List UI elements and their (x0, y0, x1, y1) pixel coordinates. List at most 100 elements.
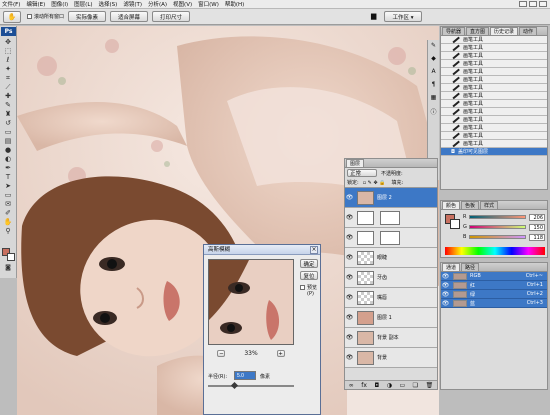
history-item[interactable]: 画笔工具 (441, 52, 547, 60)
eye-icon[interactable]: 👁 (441, 282, 450, 289)
history-item[interactable]: 画笔工具 (441, 108, 547, 116)
trash-icon[interactable]: 🗑 (426, 382, 434, 389)
layer-row[interactable]: 👁 牙齿 (345, 268, 437, 288)
color-slider[interactable] (469, 225, 526, 229)
layer-row[interactable]: 👁 图层 1 (345, 308, 437, 328)
magic-wand-tool-icon[interactable]: ✦ (3, 65, 13, 73)
scroll-all-windows-checkbox[interactable] (27, 14, 32, 19)
history-item[interactable]: 画笔工具 (441, 124, 547, 132)
tab-styles[interactable]: 样式 (480, 201, 499, 209)
channel-row[interactable]: 👁 红 Ctrl+1 (441, 281, 547, 290)
layer-row[interactable]: 👁 嘴唇 (345, 288, 437, 308)
crop-tool-icon[interactable]: ⌗ (3, 74, 13, 82)
layer-row[interactable]: 👁 背景 (345, 348, 437, 368)
menu-file[interactable]: 文件(F) (2, 0, 20, 8)
menu-select[interactable]: 选择(S) (99, 0, 118, 8)
adjustment-layer-icon[interactable]: ◑ (387, 382, 392, 389)
tab-swatches[interactable]: 色板 (461, 201, 480, 209)
character-icon[interactable]: A (428, 68, 439, 75)
radius-input[interactable] (234, 371, 256, 380)
radius-slider-handle[interactable] (230, 381, 239, 390)
zoom-tool-icon[interactable]: ⚲ (3, 227, 13, 235)
history-item[interactable]: 画笔工具 (441, 44, 547, 52)
path-selection-tool-icon[interactable]: ➤ (3, 182, 13, 190)
menu-layer[interactable]: 图层(L) (74, 0, 92, 8)
hand-tool-preset-picker[interactable]: ✋ (3, 11, 21, 23)
channel-row[interactable]: 👁 RGB Ctrl+~ (441, 272, 547, 281)
eye-icon[interactable]: 👁 (345, 314, 354, 321)
menu-filter[interactable]: 滤镜(T) (123, 0, 142, 8)
channel-row[interactable]: 👁 绿 Ctrl+2 (441, 290, 547, 299)
actual-pixels-button[interactable]: 实际像素 (68, 11, 106, 22)
history-item[interactable]: 画笔工具 (441, 100, 547, 108)
tab-layers[interactable]: 图层 (346, 159, 365, 167)
minimize-button[interactable] (519, 1, 527, 7)
eye-icon[interactable]: 👁 (345, 254, 354, 261)
gradient-tool-icon[interactable]: ▤ (3, 137, 13, 145)
clone-stamp-tool-icon[interactable]: ♜ (3, 110, 13, 118)
menu-help[interactable]: 帮助(H) (225, 0, 244, 8)
color-spectrum-bar[interactable] (445, 247, 545, 255)
color-background-swatch[interactable] (450, 219, 460, 229)
history-item[interactable]: 画笔工具 (441, 140, 547, 148)
dialog-close-icon[interactable]: × (310, 246, 318, 254)
camera-icon[interactable]: ▆ (371, 12, 376, 20)
shape-tool-icon[interactable]: ▭ (3, 191, 13, 199)
color-slider[interactable] (469, 215, 526, 219)
type-tool-icon[interactable]: T (3, 173, 13, 181)
preview-checkbox[interactable] (300, 285, 305, 290)
eyedropper-tool-icon[interactable]: ✐ (3, 209, 13, 217)
layer-style-icon[interactable]: fx (361, 382, 367, 389)
tab-channels[interactable]: 通道 (442, 263, 461, 271)
move-tool-icon[interactable]: ✥ (3, 38, 13, 46)
history-item-last[interactable]: ◘ 盖印可见图层 (441, 148, 547, 156)
menu-view[interactable]: 视图(V) (173, 0, 192, 8)
zoom-out-button[interactable]: − (217, 350, 226, 357)
eye-icon[interactable]: 👁 (441, 273, 450, 280)
add-mask-icon[interactable]: ◘ (374, 382, 379, 389)
zoom-in-button[interactable]: + (276, 350, 285, 357)
brush-preset-icon[interactable]: ✎ (428, 42, 439, 49)
layer-row[interactable]: 👁 眼睫 (345, 248, 437, 268)
blend-mode-select[interactable]: 正常 (347, 169, 377, 177)
workspace-button[interactable]: 工作区 ▾ (384, 11, 422, 22)
info-icon[interactable]: ⓘ (428, 107, 439, 116)
eye-icon[interactable]: 👁 (345, 214, 354, 221)
link-layers-icon[interactable]: ∞ (349, 382, 354, 389)
history-item[interactable]: 画笔工具 (441, 84, 547, 92)
pen-tool-icon[interactable]: ✒ (3, 164, 13, 172)
tab-paths[interactable]: 路径 (461, 263, 480, 271)
history-item[interactable]: 画笔工具 (441, 116, 547, 124)
blur-tool-icon[interactable]: ● (3, 146, 13, 154)
tab-actions[interactable]: 动作 (519, 27, 538, 35)
layer-row[interactable]: 👁 背景 副本 (345, 328, 437, 348)
lock-icons[interactable]: ▫ ✎ ✥ 🔒 (363, 180, 386, 186)
layer-row[interactable]: 👁 (345, 208, 437, 228)
eye-icon[interactable]: 👁 (345, 294, 354, 301)
history-item[interactable]: 画笔工具 (441, 92, 547, 100)
close-button[interactable] (539, 1, 547, 7)
color-slider[interactable] (469, 235, 526, 239)
print-size-button[interactable]: 打印尺寸 (152, 11, 190, 22)
blur-preview[interactable] (208, 259, 294, 345)
color-value-field[interactable]: 118 (529, 233, 545, 241)
notes-tool-icon[interactable]: ✉ (3, 200, 13, 208)
eye-icon[interactable]: 👁 (441, 291, 450, 298)
history-item[interactable]: 画笔工具 (441, 36, 547, 44)
menu-window[interactable]: 窗口(W) (198, 0, 219, 8)
fit-screen-button[interactable]: 适合屏幕 (110, 11, 148, 22)
eye-icon[interactable]: 👁 (345, 194, 354, 201)
lasso-tool-icon[interactable]: ℓ (3, 56, 13, 64)
new-group-icon[interactable]: ▭ (399, 382, 405, 389)
layer-row[interactable]: 👁 (345, 228, 437, 248)
new-layer-icon[interactable]: ❏ (413, 382, 418, 389)
hand-tool-icon[interactable]: ✋ (3, 218, 13, 226)
marquee-tool-icon[interactable]: ⬚ (3, 47, 13, 55)
tab-histogram[interactable]: 直方图 (466, 27, 490, 35)
radius-slider-track[interactable] (208, 385, 294, 387)
layer-comps-icon[interactable]: ▦ (428, 94, 439, 101)
history-brush-tool-icon[interactable]: ↺ (3, 119, 13, 127)
menu-analysis[interactable]: 分析(A) (148, 0, 167, 8)
eye-icon[interactable]: 👁 (345, 274, 354, 281)
menu-image[interactable]: 图像(I) (51, 0, 68, 8)
